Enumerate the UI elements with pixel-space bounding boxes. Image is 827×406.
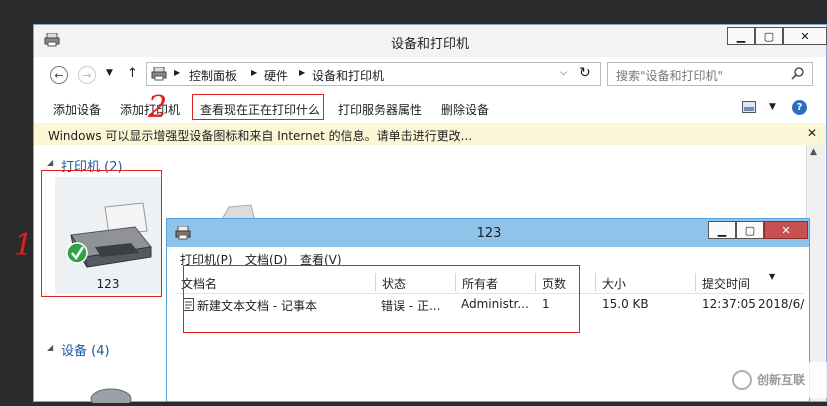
queue-maximize-button[interactable]: ▢: [736, 221, 764, 239]
breadcrumb-separator-icon[interactable]: ▶: [251, 68, 257, 77]
device-icon[interactable]: [89, 385, 133, 406]
maximize-button[interactable]: ▢: [755, 27, 783, 45]
annotation-1: 1: [14, 228, 34, 263]
up-arrow-icon[interactable]: ↑: [127, 66, 138, 81]
cell-submitted-time: 12:37:05: [702, 297, 756, 311]
watermark-logo-icon: [732, 370, 752, 390]
minimize-button[interactable]: ▁: [727, 27, 755, 45]
devices-group-header[interactable]: 设备 (4): [61, 340, 110, 359]
highlight-queue-table: [183, 265, 580, 333]
watermark: 创新互联: [728, 362, 827, 398]
print-server-properties-button[interactable]: 打印服务器属性: [338, 101, 422, 118]
view-options-chevron-icon[interactable]: ▼: [769, 102, 776, 112]
collapse-printers-icon[interactable]: ◢: [47, 158, 53, 167]
column-size[interactable]: 大小: [602, 275, 626, 292]
annotation-2: 2: [148, 90, 168, 125]
print-queue-window: 123 ▁ ▢ ✕ 打印机(P) 文档(D) 查看(V) 文档名 状态 所有者 …: [166, 218, 810, 402]
address-printer-icon: [151, 66, 167, 81]
back-button[interactable]: ←: [50, 66, 68, 84]
breadcrumb-separator-icon[interactable]: ▶: [174, 68, 180, 77]
change-view-icon[interactable]: [742, 101, 756, 113]
title-bar[interactable]: 设备和打印机 ▁ ▢ ✕: [34, 25, 827, 57]
queue-close-button[interactable]: ✕: [764, 221, 808, 239]
forward-button[interactable]: →: [78, 66, 96, 84]
breadcrumb-hardware[interactable]: 硬件: [264, 67, 288, 84]
address-bar[interactable]: ▶ 控制面板 ▶ 硬件 ▶ 设备和打印机 ⌵ ↻: [146, 62, 601, 86]
column-divider[interactable]: [595, 273, 596, 291]
add-device-button[interactable]: 添加设备: [53, 101, 101, 118]
remove-device-button[interactable]: 删除设备: [441, 101, 489, 118]
window-title: 设备和打印机: [390, 37, 469, 52]
search-placeholder: 搜索"设备和打印机": [616, 69, 724, 83]
refresh-icon[interactable]: ↻: [579, 65, 591, 81]
help-icon[interactable]: ?: [792, 100, 807, 115]
column-submitted[interactable]: 提交时间: [702, 275, 750, 292]
cell-submitted-date: 2018/6/: [758, 297, 805, 311]
breadcrumb-devices-printers[interactable]: 设备和打印机: [312, 67, 384, 84]
highlight-printer-tile: [41, 170, 162, 297]
queue-minimize-button[interactable]: ▁: [708, 221, 736, 239]
search-box[interactable]: 搜索"设备和打印机": [607, 62, 813, 86]
breadcrumb-control-panel[interactable]: 控制面板: [189, 67, 237, 84]
column-divider[interactable]: [695, 273, 696, 291]
info-bar-close-icon[interactable]: ✕: [807, 126, 817, 140]
queue-title-bar[interactable]: 123 ▁ ▢ ✕: [167, 219, 809, 247]
recent-pages-chevron-icon[interactable]: ▼: [106, 68, 113, 78]
address-history-chevron-icon[interactable]: ⌵: [560, 68, 567, 78]
info-bar[interactable]: Windows 可以显示增强型设备图标和来自 Internet 的信息。请单击进…: [34, 123, 826, 145]
watermark-text: 创新互联: [757, 373, 806, 387]
breadcrumb-separator-icon[interactable]: ▶: [299, 68, 305, 77]
cell-size: 15.0 KB: [602, 297, 649, 311]
highlight-see-whats-printing: [192, 94, 324, 120]
search-icon[interactable]: [791, 66, 805, 80]
collapse-devices-icon[interactable]: ◢: [47, 343, 53, 352]
close-button[interactable]: ✕: [783, 27, 827, 45]
sort-indicator-icon: ▼: [769, 272, 776, 281]
info-bar-text: Windows 可以显示增强型设备图标和来自 Internet 的信息。请单击进…: [48, 129, 473, 143]
scroll-up-icon[interactable]: ▲: [810, 147, 817, 157]
